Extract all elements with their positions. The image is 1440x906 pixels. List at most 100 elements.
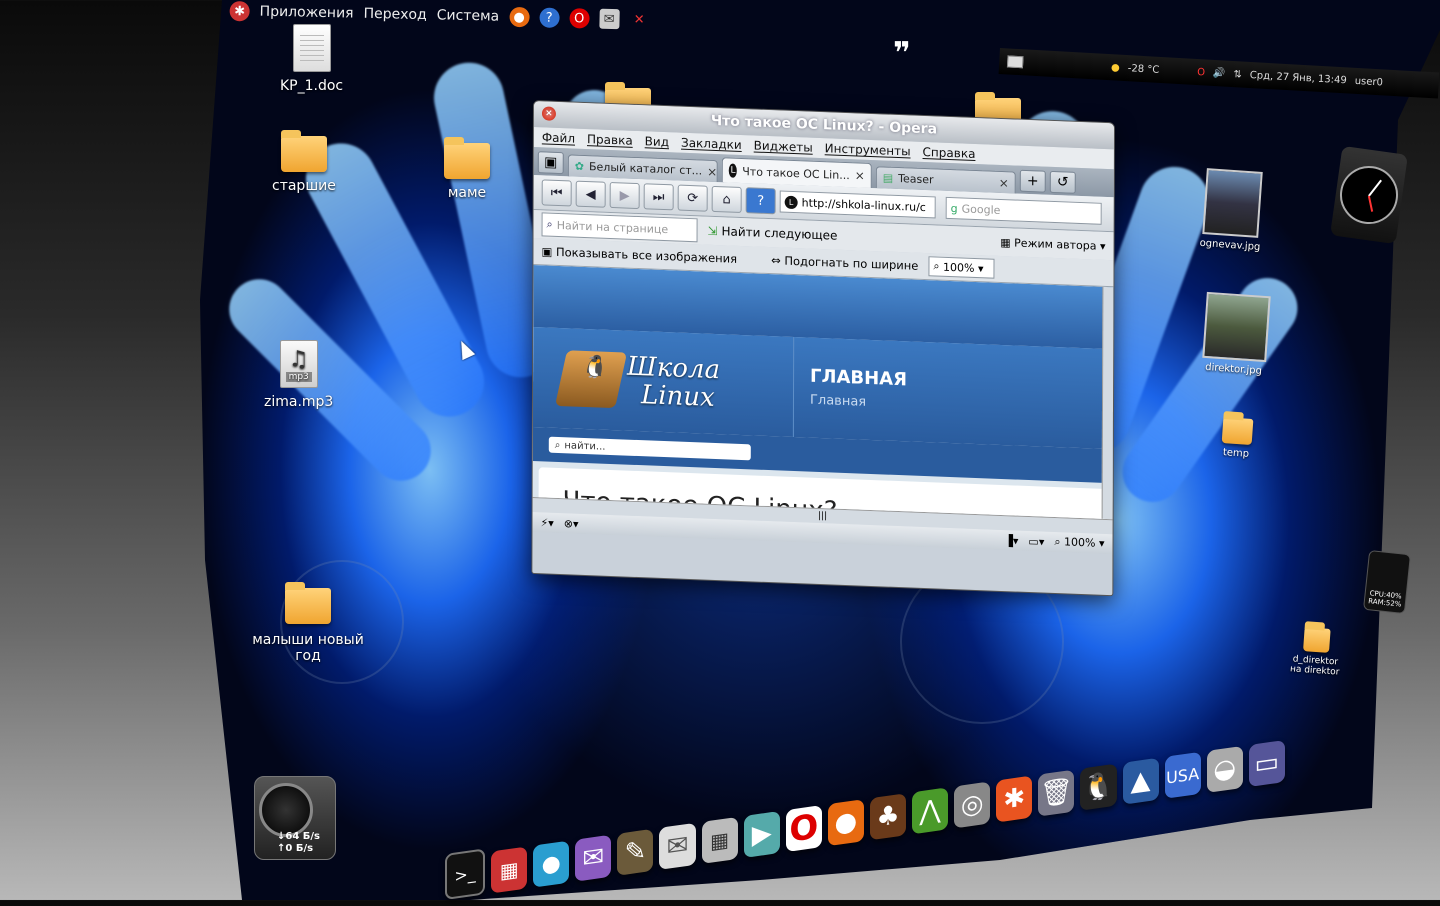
network-monitor-widget[interactable]: ↓64 Б/s ↑0 Б/s	[254, 776, 336, 860]
document-icon	[292, 24, 331, 72]
window-close-button[interactable]: ×	[541, 106, 556, 121]
help-icon[interactable]: ?	[538, 7, 560, 28]
tab-close-icon[interactable]: ×	[855, 168, 865, 182]
calculator-icon[interactable]: ▦	[701, 816, 738, 864]
desktop-icon-direktor[interactable]: direktor.jpg	[1201, 291, 1271, 377]
opera-browser-window[interactable]: × Что такое ОС Linux? - Opera Файл Правк…	[531, 100, 1115, 597]
info-button[interactable]: ?	[745, 187, 776, 215]
desktop-icon-starshie[interactable]: старшие	[272, 130, 336, 194]
forward-button[interactable]: ▶	[609, 181, 640, 210]
grass-icon[interactable]: ⋀	[912, 787, 949, 835]
menu-edit[interactable]: Правка	[587, 132, 633, 148]
find-next-button[interactable]: ⇲ Найти следующее	[708, 224, 838, 243]
desktop-icon-mame[interactable]: маме	[444, 137, 490, 201]
fit-width-button[interactable]: ⇔ Подогнать по ширине	[771, 253, 918, 273]
site-search-placeholder: найти...	[564, 439, 606, 453]
rewind-button[interactable]: ⏮	[541, 179, 572, 207]
firefox-dock-icon[interactable]: ●	[827, 799, 864, 847]
datetime[interactable]: Срд, 27 Янв, 13:49	[1250, 69, 1348, 85]
vertical-scrollbar[interactable]	[1101, 286, 1114, 520]
site-subheading: Главная	[809, 392, 867, 410]
upload-speed: ↑0 Б/s	[277, 843, 314, 854]
panel-toggle-button[interactable]: ▣	[537, 151, 564, 175]
desktop-icon-malyshi[interactable]: малыши новый год	[250, 582, 366, 664]
folder-icon	[1221, 417, 1254, 446]
opera-tray-icon[interactable]: O	[1197, 67, 1205, 78]
back-button[interactable]: ◀	[575, 180, 606, 208]
show-desktop-icon[interactable]	[1006, 55, 1024, 69]
display-icon[interactable]: ▭	[1248, 739, 1285, 788]
status-zoom[interactable]: ⌕ 100% ▾	[1054, 535, 1104, 551]
drive-icon[interactable]: ◒	[1206, 745, 1243, 793]
bookmarks-icon[interactable]: ▲	[1122, 757, 1159, 805]
network-icon[interactable]: ⇅	[1233, 69, 1242, 80]
penguin-icon[interactable]: 🐧	[1080, 763, 1117, 811]
show-images-button[interactable]: ▣ Показывать все изображения	[541, 244, 737, 266]
tools-icon[interactable]: ✕	[629, 9, 649, 29]
weather-temp[interactable]: -28 °C	[1128, 63, 1160, 76]
site-logo[interactable]: Школа Linux	[532, 327, 795, 438]
closed-tabs-button[interactable]: ↺	[1049, 170, 1076, 194]
ubuntu-dock-icon[interactable]: ✱	[996, 775, 1033, 823]
menu-view[interactable]: Вид	[645, 134, 669, 149]
site-title-box: ГЛАВНАЯ Главная	[794, 337, 923, 442]
home-button[interactable]: ⌂	[711, 185, 742, 214]
desktop-icon-zima-mp3[interactable]: ♫ mp3 zima.mp3	[264, 340, 333, 410]
menu-applications[interactable]: Приложения	[259, 4, 353, 22]
menu-places[interactable]: Переход	[363, 6, 426, 23]
email-icon[interactable]: ✉	[659, 822, 696, 870]
menu-file[interactable]: Файл	[542, 130, 575, 145]
media-player-icon[interactable]: ▶	[743, 810, 780, 859]
fast-forward-button[interactable]: ⏭	[643, 183, 674, 211]
menu-help[interactable]: Справка	[923, 145, 976, 161]
tab-close-icon[interactable]: ×	[707, 164, 717, 178]
panels-icon[interactable]: ▐▾	[1004, 534, 1018, 548]
reload-button[interactable]: ⟳	[677, 184, 708, 212]
cd-icon[interactable]: ◎	[954, 781, 991, 829]
desktop-icon-d-direktor[interactable]: d_direktor на direktor	[1286, 626, 1345, 678]
keyboard-layout-icon[interactable]: USA	[1164, 751, 1201, 799]
presentation-icon[interactable]: ▦	[491, 846, 528, 894]
acorn-icon[interactable]: ♣	[869, 793, 907, 841]
volume-icon[interactable]: 🔊	[1213, 67, 1226, 79]
site-search-input[interactable]: ⌕ найти...	[548, 436, 751, 461]
find-next-icon: ⇲	[707, 223, 718, 239]
quote-widget-icon[interactable]: ❞	[893, 36, 911, 71]
desktop-icon-ognevav[interactable]: ognevav.jpg	[1199, 168, 1265, 253]
find-input[interactable]: ⌕ Найти на странице	[541, 212, 698, 243]
menu-widgets[interactable]: Виджеты	[754, 138, 813, 154]
unite-icon[interactable]: ⊗▾	[564, 517, 579, 531]
menu-tools[interactable]: Инструменты	[825, 141, 911, 158]
page-viewport[interactable]: Школа Linux ГЛАВНАЯ Главная ⌕ найти... Ч…	[532, 265, 1114, 520]
mail-icon[interactable]: ✉	[598, 8, 620, 30]
menu-system[interactable]: Система	[437, 7, 500, 24]
desktop-icon-temp[interactable]: temp	[1221, 417, 1254, 460]
desktop-icon-kp-doc[interactable]: KP_1.doc	[280, 24, 343, 94]
clock-widget[interactable]	[1330, 145, 1408, 245]
folder-icon	[1303, 627, 1331, 653]
address-field[interactable]: L http://shkola-linux.ru/c	[779, 190, 936, 219]
search-field[interactable]: g Google	[945, 196, 1102, 225]
gimp-icon[interactable]: ✎	[617, 828, 654, 876]
cpu-monitor-widget[interactable]: CPU:40% RAM:52%	[1362, 549, 1412, 615]
opera-icon[interactable]: O	[568, 8, 590, 29]
new-tab-button[interactable]: +	[1019, 169, 1046, 193]
find-next-label: Найти следующее	[721, 224, 838, 243]
user-name[interactable]: user0	[1354, 75, 1383, 88]
author-mode-icon: ▦	[1000, 235, 1011, 249]
tab-label: Белый каталог ст...	[588, 160, 703, 178]
turbo-icon[interactable]: ⚡▾	[541, 516, 554, 530]
chat-icon[interactable]: ●	[533, 840, 570, 888]
trash-icon[interactable]: 🗑	[1038, 769, 1075, 817]
view-icon[interactable]: ▭▾	[1028, 535, 1044, 549]
pidgin-icon[interactable]: ✉	[575, 834, 612, 882]
zoom-select[interactable]: ⌕ 100% ▾	[928, 256, 995, 279]
menu-bookmarks[interactable]: Закладки	[681, 136, 742, 152]
terminal-icon[interactable]: >_	[445, 848, 486, 900]
author-mode-button[interactable]: ▦ Режим автора ▾	[1000, 235, 1105, 252]
tab-close-icon[interactable]: ×	[999, 175, 1009, 189]
firefox-icon[interactable]: ●	[508, 6, 530, 28]
weather-sun-icon: ●	[1110, 61, 1121, 74]
opera-dock-icon[interactable]: O	[785, 805, 822, 853]
ubuntu-logo-icon[interactable]: ✱	[229, 0, 250, 22]
